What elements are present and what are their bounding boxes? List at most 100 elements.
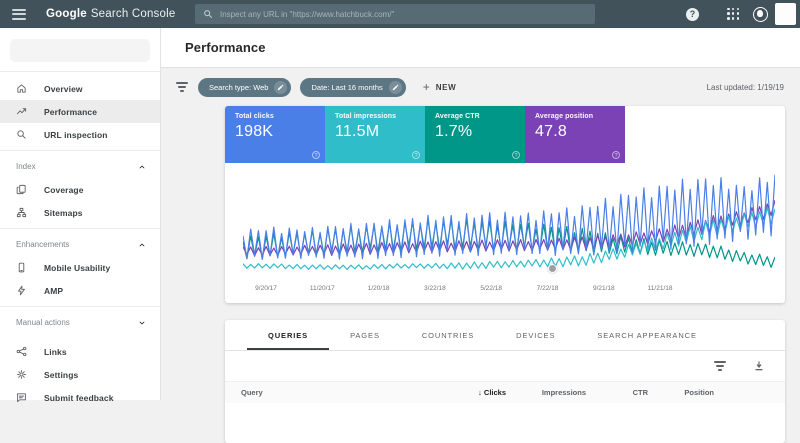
chip-label: Date: Last 16 months	[311, 83, 382, 92]
sitemaps-icon	[16, 207, 27, 218]
sidebar-item-label: Performance	[44, 107, 97, 117]
sidebar-section-enhancements[interactable]: Enhancements	[0, 233, 160, 256]
sidebar-item-label: Coverage	[44, 185, 84, 195]
column-header-position[interactable]: Position	[648, 388, 714, 397]
column-header-clicks[interactable]: ↓ Clicks	[416, 388, 506, 397]
settings-icon	[16, 369, 27, 380]
help-icon[interactable]: ?	[686, 0, 699, 28]
tab-search-appearance[interactable]: SEARCH APPEARANCE	[576, 320, 718, 350]
column-header-query[interactable]: Query	[241, 388, 416, 397]
tab-countries[interactable]: COUNTRIES	[401, 320, 495, 350]
chart-area: 9/20/1711/20/171/20/183/22/185/22/187/22…	[225, 163, 785, 303]
main-area: Performance Search type: Web Date: Last 1…	[161, 28, 800, 400]
filter-chip[interactable]: Search type: Web	[198, 78, 291, 97]
table-filter-icon[interactable]	[713, 361, 726, 371]
metric-value: 47.8	[535, 123, 625, 141]
x-tick-label: 9/20/17	[244, 285, 288, 292]
sidebar-item-label: Settings	[44, 370, 78, 380]
account-avatar[interactable]	[775, 3, 796, 25]
property-selector[interactable]	[0, 28, 160, 72]
edit-pencil-icon[interactable]	[274, 81, 287, 94]
sidebar-item-label: Links	[44, 347, 67, 357]
property-name-redacted	[10, 39, 150, 62]
section-label: Enhancements	[16, 240, 138, 249]
plus-icon: +	[423, 82, 430, 92]
metric-tile-average-position[interactable]: Average position 47.8?	[525, 106, 625, 163]
column-header-impressions[interactable]: Impressions	[506, 388, 586, 397]
notifications-icon[interactable]	[753, 0, 768, 28]
annotation-marker[interactable]	[548, 264, 557, 273]
sidebar-item-coverage[interactable]: Coverage	[0, 178, 160, 201]
edit-pencil-icon[interactable]	[389, 81, 402, 94]
sidebar-section-index[interactable]: Index	[0, 155, 160, 178]
search-input[interactable]	[220, 10, 587, 19]
amp-icon	[16, 285, 27, 296]
metric-label: Total clicks	[235, 113, 325, 120]
metric-label: Average position	[535, 113, 625, 120]
hamburger-menu-icon[interactable]	[12, 6, 26, 22]
sidebar-item-label: Mobile Usability	[44, 263, 110, 273]
sidebar-item-amp[interactable]: AMP	[0, 279, 160, 302]
chevron-up-icon	[138, 163, 146, 171]
url-inspect-searchbox[interactable]	[195, 4, 595, 24]
dimension-tabs: QUERIESPAGESCOUNTRIESDEVICESSEARCH APPEA…	[225, 320, 785, 351]
filter-chip[interactable]: Date: Last 16 months	[300, 78, 405, 97]
app-logo: Google Search Console	[46, 8, 175, 20]
chip-label: Search type: Web	[209, 83, 268, 92]
download-icon[interactable]	[753, 360, 765, 372]
page-header: Performance	[161, 28, 800, 68]
performance-chart-card: Total clicks198K?Total impressions11.5M?…	[225, 106, 785, 303]
metric-label: Average CTR	[435, 113, 525, 120]
metric-value: 11.5M	[335, 123, 425, 141]
home-icon	[16, 83, 27, 94]
sidebar-divider	[0, 150, 160, 151]
sidebar-item-overview[interactable]: Overview	[0, 77, 160, 100]
apps-grid-icon[interactable]	[727, 0, 740, 28]
sidebar-item-mobile-usability[interactable]: Mobile Usability	[0, 256, 160, 279]
section-label: Manual actions	[16, 318, 138, 327]
chevron-down-icon	[138, 319, 146, 327]
x-tick-label: 9/21/18	[582, 285, 626, 292]
search-icon	[203, 9, 213, 19]
x-tick-label: 1/20/18	[357, 285, 401, 292]
metric-tiles: Total clicks198K?Total impressions11.5M?…	[225, 106, 785, 163]
url-inspection-icon	[16, 129, 27, 140]
sidebar-item-label: Sitemaps	[44, 208, 83, 218]
sidebar: Overview Performance URL inspection Index Co…	[0, 28, 161, 400]
sidebar-item-label: URL inspection	[44, 130, 108, 140]
metric-tile-average-ctr[interactable]: Average CTR1.7%?	[425, 106, 525, 163]
x-axis-labels: 9/20/1711/20/171/20/183/22/185/22/187/22…	[225, 163, 785, 303]
new-filter-button[interactable]: + NEW	[423, 82, 456, 92]
metric-value: 198K	[235, 123, 325, 141]
metric-help-icon[interactable]: ?	[612, 151, 620, 159]
metric-help-icon[interactable]: ?	[412, 151, 420, 159]
sidebar-item-sitemaps[interactable]: Sitemaps	[0, 201, 160, 224]
links-icon	[16, 346, 27, 357]
coverage-icon	[16, 184, 27, 195]
column-header-ctr[interactable]: CTR	[586, 388, 648, 397]
metric-help-icon[interactable]: ?	[512, 151, 520, 159]
x-tick-label: 11/21/18	[638, 285, 682, 292]
filter-chips: Search type: Web Date: Last 16 months	[198, 78, 415, 97]
sidebar-item-label: Overview	[44, 84, 83, 94]
tab-pages[interactable]: PAGES	[329, 320, 401, 350]
metric-tile-total-impressions[interactable]: Total impressions11.5M?	[325, 106, 425, 163]
sidebar-item-url-inspection[interactable]: URL inspection	[0, 123, 160, 146]
tab-devices[interactable]: DEVICES	[495, 320, 576, 350]
logo-product: Search Console	[91, 8, 176, 20]
logo-google: Google	[46, 8, 87, 20]
sidebar-item-submit-feedback[interactable]: Submit feedback	[0, 386, 160, 409]
filter-icon[interactable]	[175, 82, 188, 92]
sidebar-item-settings[interactable]: Settings	[0, 363, 160, 386]
metric-tile-total-clicks[interactable]: Total clicks 198K?	[225, 106, 325, 163]
section-label: Index	[16, 162, 138, 171]
sidebar-divider	[0, 306, 160, 307]
sidebar-item-performance[interactable]: Performance	[0, 100, 160, 123]
sidebar-item-links[interactable]: Links	[0, 340, 160, 363]
metric-help-icon[interactable]: ?	[312, 151, 320, 159]
table-toolbar	[225, 351, 785, 381]
sidebar-section-manual-actions[interactable]: Manual actions	[0, 311, 160, 334]
x-tick-label: 5/22/18	[469, 285, 513, 292]
x-tick-label: 3/22/18	[413, 285, 457, 292]
tab-queries[interactable]: QUERIES	[247, 320, 329, 350]
